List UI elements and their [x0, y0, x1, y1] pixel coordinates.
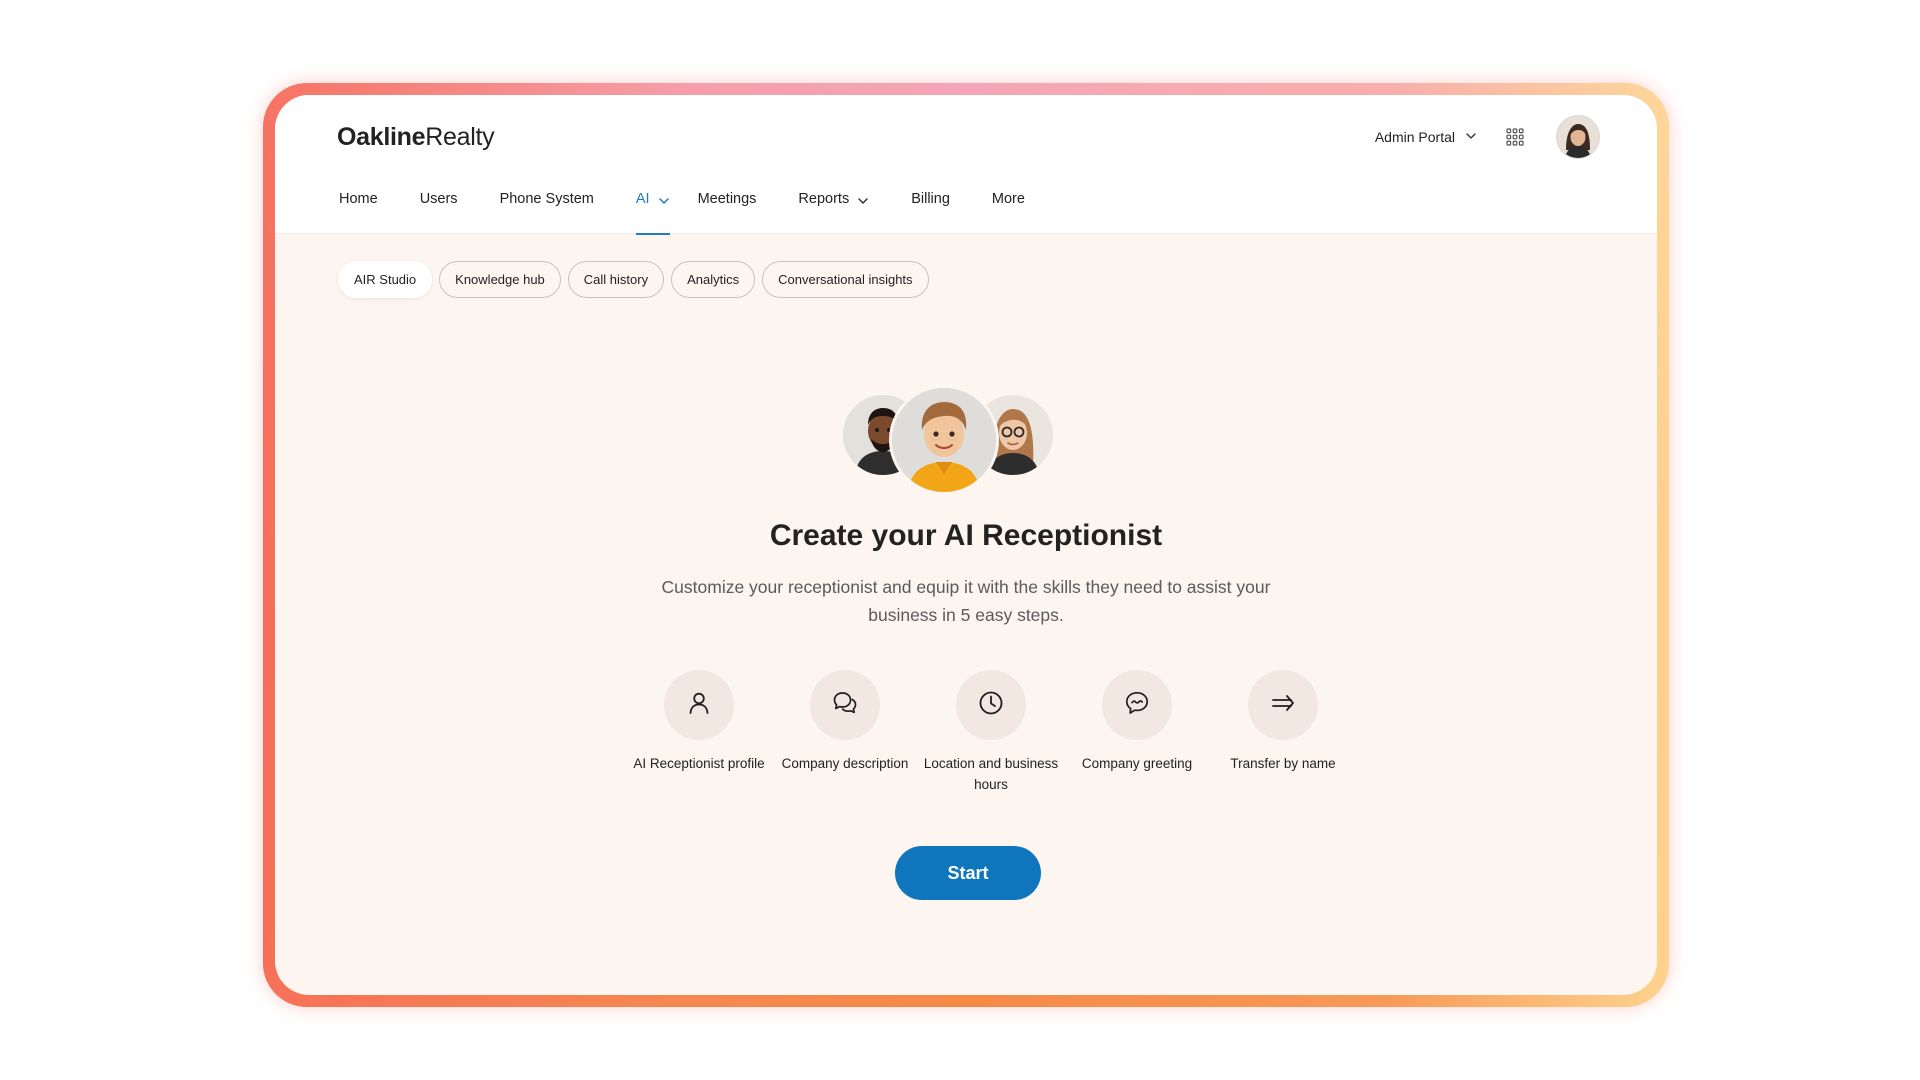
nav-item-billing[interactable]: Billing	[911, 189, 950, 234]
nav-label-ai: AI	[635, 191, 650, 207]
clock-icon	[977, 689, 1005, 722]
company-logo[interactable]: OaklineRealty	[337, 123, 495, 152]
nav-item-users[interactable]: Users	[420, 189, 458, 234]
step-icon-circle	[810, 670, 880, 740]
logo-text-light: Realty	[425, 123, 495, 151]
admin-portal-label: Admin Portal	[1374, 129, 1455, 145]
nav-item-ai[interactable]: AI	[635, 189, 670, 235]
subtab-air-studio[interactable]: AIR Studio	[338, 261, 433, 298]
nav-label-phone-system: Phone System	[499, 191, 594, 207]
step-label: Company greeting	[1081, 756, 1193, 771]
subtab-call-history[interactable]: Call history	[567, 261, 665, 298]
step-icon-circle	[664, 670, 734, 740]
chat-bubbles-icon	[831, 689, 859, 722]
step-label: AI Receptionist profile	[633, 756, 765, 771]
nav-item-more[interactable]: More	[992, 189, 1025, 234]
nav-label-home: Home	[339, 191, 378, 207]
step-icon-circle	[1102, 670, 1172, 740]
device-frame: OaklineRealty Admin Portal Home Users Ph…	[263, 83, 1669, 1007]
nav-label-reports: Reports	[798, 191, 850, 207]
step-label: Location and business hours	[923, 756, 1059, 792]
avatar-man-center	[889, 385, 999, 495]
nav-item-home[interactable]: Home	[339, 189, 378, 234]
subtab-knowledge-hub[interactable]: Knowledge hub	[439, 261, 561, 298]
step-company-description: Company description	[772, 670, 918, 795]
person-icon	[686, 690, 712, 721]
ai-subtabs: AIR Studio Knowledge hub Call history An…	[338, 261, 929, 298]
page-title: Create your AI Receptionist	[769, 519, 1163, 552]
step-transfer-by-name: Transfer by name	[1210, 670, 1356, 795]
nav-item-meetings[interactable]: Meetings	[698, 189, 757, 234]
subtab-conversational-insights[interactable]: Conversational insights	[762, 261, 929, 298]
start-button[interactable]: Start	[895, 846, 1041, 900]
transfer-arrow-icon	[1269, 689, 1297, 722]
main-nav: Home Users Phone System AI Meetings Repo…	[339, 189, 1025, 235]
step-icon-circle	[1248, 670, 1318, 740]
top-header: OaklineRealty Admin Portal Home Users Ph…	[275, 95, 1657, 235]
admin-portal-dropdown[interactable]: Admin Portal	[1375, 129, 1477, 145]
receptionist-avatars	[843, 385, 1053, 495]
nav-label-more: More	[991, 191, 1025, 207]
nav-label-users: Users	[419, 191, 458, 207]
logo-text-strong: Oakline	[337, 123, 426, 151]
chevron-down-icon	[857, 191, 869, 211]
chevron-down-icon	[1465, 129, 1477, 145]
step-label: Transfer by name	[1230, 756, 1336, 771]
greeting-bubble-icon	[1123, 689, 1151, 722]
header-actions: Admin Portal	[1375, 115, 1599, 159]
page-subtitle: Customize your receptionist and equip it…	[661, 577, 1271, 625]
user-avatar[interactable]	[1557, 116, 1599, 158]
chevron-down-icon	[658, 191, 670, 211]
setup-steps: AI Receptionist profile Company descript…	[626, 670, 1356, 795]
step-location-business-hours: Location and business hours	[918, 670, 1064, 795]
step-icon-circle	[956, 670, 1026, 740]
app-window: OaklineRealty Admin Portal Home Users Ph…	[275, 95, 1657, 995]
subtab-analytics[interactable]: Analytics	[671, 261, 756, 298]
nav-label-meetings: Meetings	[697, 191, 757, 207]
nav-item-reports[interactable]: Reports	[798, 189, 869, 234]
step-company-greeting: Company greeting	[1064, 670, 1210, 795]
step-ai-receptionist-profile: AI Receptionist profile	[626, 670, 772, 795]
nav-label-billing: Billing	[911, 191, 950, 207]
nav-item-phone-system[interactable]: Phone System	[500, 189, 594, 234]
step-label: Company description	[781, 756, 909, 771]
app-launcher-grid-icon[interactable]	[1503, 125, 1527, 149]
